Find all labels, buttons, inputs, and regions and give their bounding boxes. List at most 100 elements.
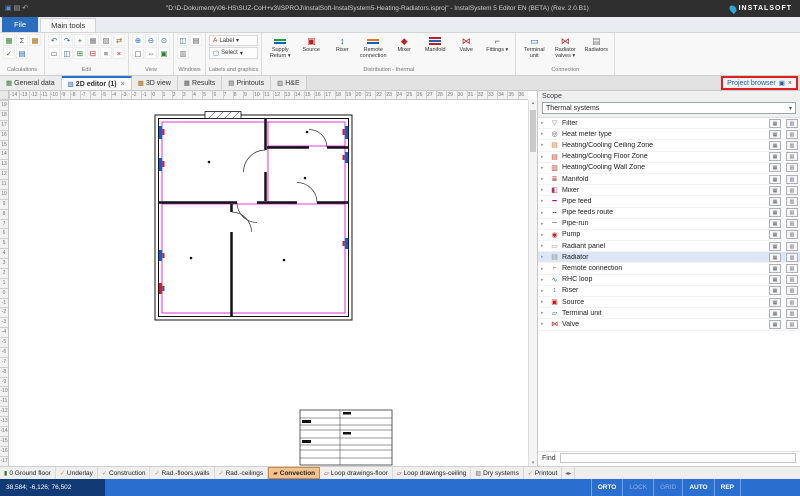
edit-set-button[interactable]: ▦ xyxy=(769,275,781,284)
tree-item-pipe-feeds-route[interactable]: ▸╍Pipe feeds route▦▥ xyxy=(538,208,800,219)
layer-tab-construction[interactable]: ✓Construction xyxy=(98,467,151,479)
tree-item-riser[interactable]: ▸↕Riser▦▥ xyxy=(538,286,800,297)
expander-icon[interactable]: ▸ xyxy=(541,131,547,137)
edit-set-button[interactable]: ▦ xyxy=(769,208,781,217)
edit-list-button[interactable]: ▥ xyxy=(786,242,798,251)
edit-set-button[interactable]: ▦ xyxy=(769,242,781,251)
status-mode-lock[interactable]: LOCK xyxy=(622,479,653,496)
layer-tab-loop-drawings-floor[interactable]: ▱Loop drawings-floor xyxy=(320,467,393,479)
expander-icon[interactable]: ▸ xyxy=(541,254,547,260)
edit-list-button[interactable]: ▥ xyxy=(786,152,798,161)
layer-tab-dry-systems[interactable]: ▨Dry systems xyxy=(471,467,523,479)
label-button[interactable]: ALabel▾ xyxy=(209,35,258,46)
radiator-valves-button[interactable]: ⋈Radiator valves ▾ xyxy=(550,34,580,59)
quick-access-icon-2[interactable]: ▤ xyxy=(14,4,21,13)
tree-item-radiator[interactable]: ▸▤Radiator▦▥ xyxy=(538,252,800,263)
status-mode-grid[interactable]: GRID xyxy=(653,479,682,496)
edit-list-button[interactable]: ▥ xyxy=(786,208,798,217)
tab-2d-editor-1[interactable]: ▧2D editor (1)× xyxy=(62,76,132,90)
edit-list-button[interactable]: ▥ xyxy=(786,186,798,195)
tree-item-heating-cooling-floor-zone[interactable]: ▸▤Heating/Cooling Floor Zone▦▥ xyxy=(538,152,800,163)
edit-set-button[interactable]: ▦ xyxy=(769,253,781,262)
tab-general-data[interactable]: ▦General data xyxy=(0,76,62,90)
calculations-tool-icon[interactable]: ▦ xyxy=(29,34,41,46)
riser-button[interactable]: ↕Riser xyxy=(327,34,357,53)
expander-icon[interactable]: ▸ xyxy=(541,299,547,305)
tab-h-e[interactable]: ▥H&E xyxy=(271,76,307,90)
terminal-unit-button[interactable]: ▭Terminal unit xyxy=(519,34,549,59)
view-tool-icon[interactable]: ⇔ xyxy=(145,47,157,59)
tree-item-radiant-panel[interactable]: ▸▭Radiant panel▦▥ xyxy=(538,241,800,252)
edit-tool-icon[interactable]: ⇄ xyxy=(113,34,125,46)
expander-icon[interactable]: ▸ xyxy=(541,120,547,126)
edit-list-button[interactable]: ▥ xyxy=(786,219,798,228)
scope-select[interactable]: Thermal systems ▾ xyxy=(542,102,796,114)
edit-set-button[interactable]: ▦ xyxy=(769,119,781,128)
scrollbar-thumb[interactable] xyxy=(530,110,536,152)
edit-set-button[interactable]: ▦ xyxy=(769,286,781,295)
edit-tool-icon[interactable]: ▧ xyxy=(100,34,112,46)
edit-set-button[interactable]: ▦ xyxy=(769,141,781,150)
edit-list-button[interactable]: ▥ xyxy=(786,230,798,239)
edit-list-button[interactable]: ▥ xyxy=(786,175,798,184)
edit-tool-icon[interactable]: ↷ xyxy=(61,34,73,46)
edit-list-button[interactable]: ▥ xyxy=(786,163,798,172)
select-button[interactable]: ▢Select▾ xyxy=(209,47,258,59)
expander-icon[interactable]: ▸ xyxy=(541,277,547,283)
edit-tool-icon[interactable]: ▭ xyxy=(48,47,60,59)
tree-item-rhc-loop[interactable]: ▸∿RHC loop▦▥ xyxy=(538,275,800,286)
nav-right-icon[interactable]: ▸ xyxy=(568,470,571,477)
edit-set-button[interactable]: ▦ xyxy=(769,298,781,307)
tree-item-pump[interactable]: ▸◉Pump▦▥ xyxy=(538,230,800,241)
expander-icon[interactable]: ▸ xyxy=(541,198,547,204)
tree-item-terminal-unit[interactable]: ▸▱Terminal unit▦▥ xyxy=(538,308,800,319)
scroll-up-icon[interactable]: ▴ xyxy=(529,100,537,106)
float-panel-icon[interactable]: ▣ xyxy=(779,79,785,87)
edit-list-button[interactable]: ▥ xyxy=(786,253,798,262)
close-panel-icon[interactable]: × xyxy=(788,80,792,87)
expander-icon[interactable]: ▸ xyxy=(541,288,547,294)
edit-list-button[interactable]: ▥ xyxy=(786,141,798,150)
edit-tool-icon[interactable]: × xyxy=(113,47,125,59)
expander-icon[interactable]: ▸ xyxy=(541,266,547,272)
edit-tool-icon[interactable]: ◫ xyxy=(61,47,73,59)
tab-results[interactable]: ▦Results xyxy=(178,76,223,90)
tab-3d-view[interactable]: ▩3D view xyxy=(132,76,178,90)
tree-item-manifold[interactable]: ▸≣Manifold▦▥ xyxy=(538,174,800,185)
edit-list-button[interactable]: ▥ xyxy=(786,275,798,284)
calculations-tool-icon[interactable]: ▤ xyxy=(16,47,28,59)
edit-set-button[interactable]: ▦ xyxy=(769,186,781,195)
remote-connection-button[interactable]: Remote connection xyxy=(358,34,388,59)
expander-icon[interactable]: ▸ xyxy=(541,221,547,227)
edit-set-button[interactable]: ▦ xyxy=(769,230,781,239)
valve-button[interactable]: ⋈Valve xyxy=(451,34,481,53)
edit-list-button[interactable]: ▥ xyxy=(786,320,798,329)
status-mode-rep[interactable]: REP xyxy=(714,479,740,496)
edit-list-button[interactable]: ▥ xyxy=(786,197,798,206)
edit-list-button[interactable]: ▥ xyxy=(786,309,798,318)
supply-return-button[interactable]: Supply Return ▾ xyxy=(265,34,295,59)
edit-set-button[interactable]: ▦ xyxy=(769,197,781,206)
edit-set-button[interactable]: ▦ xyxy=(769,175,781,184)
view-tool-icon[interactable]: ▣ xyxy=(158,47,170,59)
expander-icon[interactable]: ▸ xyxy=(541,176,547,182)
layer-tab-underlay[interactable]: ✓Underlay xyxy=(56,467,98,479)
windows-tool-icon[interactable]: ◫ xyxy=(177,34,189,46)
edit-tool-icon[interactable]: ▦ xyxy=(87,34,99,46)
fittings-button[interactable]: ⌐Fittings ▾ xyxy=(482,34,512,53)
view-tool-icon[interactable]: ⊕ xyxy=(132,34,144,46)
file-tab[interactable]: File xyxy=(2,17,38,32)
edit-list-button[interactable]: ▥ xyxy=(786,286,798,295)
tree-item-valve[interactable]: ▸⋈Valve▦▥ xyxy=(538,319,800,330)
radiators-button[interactable]: ▤Radiators xyxy=(581,34,611,53)
tree-item-pipe-run[interactable]: ▸─Pipe-run▦▥ xyxy=(538,219,800,230)
tree-item-filter[interactable]: ▸▽Filter▦▥ xyxy=(538,118,800,129)
edit-list-button[interactable]: ▥ xyxy=(786,298,798,307)
vertical-ruler[interactable]: 191817161514131211109876543210-1-2-3-4-5… xyxy=(0,100,9,466)
tab-main-tools[interactable]: Main tools xyxy=(40,18,96,32)
expander-icon[interactable]: ▸ xyxy=(541,142,547,148)
layer-tab-rad-floors-walls[interactable]: ✓Rad.-floors,walls xyxy=(150,467,214,479)
layer-tab-convection[interactable]: ▰Convection xyxy=(268,467,320,479)
tree-item-heat-meter-type[interactable]: ▸◎Heat meter type▦▥ xyxy=(538,129,800,140)
edit-set-button[interactable]: ▦ xyxy=(769,264,781,273)
